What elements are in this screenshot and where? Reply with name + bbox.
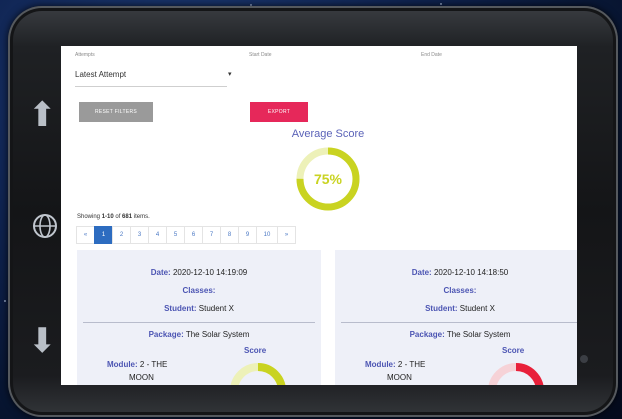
page-button-4[interactable]: 4 bbox=[148, 226, 167, 244]
page-button-8[interactable]: 8 bbox=[220, 226, 239, 244]
card-date-row: Date: 2020-12-10 14:18:50 bbox=[335, 268, 577, 277]
star bbox=[440, 3, 442, 5]
card-student-row: Student: Student X bbox=[335, 304, 577, 313]
attempts-label: Attempts bbox=[75, 52, 95, 58]
card-divider bbox=[341, 322, 577, 323]
card-module-value: 2 - THE bbox=[397, 360, 426, 369]
page-button-1[interactable]: 1 bbox=[94, 226, 113, 244]
arrow-up-icon[interactable]: ⬆ bbox=[28, 98, 57, 132]
page-button-3[interactable]: 3 bbox=[130, 226, 149, 244]
arrow-down-icon[interactable]: ⬇ bbox=[28, 324, 57, 358]
export-button[interactable]: EXPORT bbox=[250, 102, 308, 122]
page-button-6[interactable]: 6 bbox=[184, 226, 203, 244]
classes-label: Classes: bbox=[182, 286, 216, 295]
app-screen: Attempts Start Date End Date Latest Atte… bbox=[61, 46, 577, 385]
attempt-card[interactable]: Date: 2020-12-10 14:18:50 Classes: Stude… bbox=[335, 250, 577, 385]
card-date-row: Date: 2020-12-10 14:19:09 bbox=[77, 268, 321, 277]
camera-dot bbox=[580, 355, 588, 363]
card-student-value: Student X bbox=[459, 304, 495, 313]
attempt-select[interactable]: Latest Attempt bbox=[75, 70, 126, 79]
results-range: 1-10 bbox=[101, 214, 114, 220]
card-divider bbox=[83, 322, 315, 323]
card-score-gauge bbox=[230, 363, 286, 385]
score-label: Score bbox=[244, 346, 267, 355]
package-label: Package: bbox=[409, 330, 445, 339]
select-underline bbox=[75, 86, 227, 87]
page-prev-button[interactable]: « bbox=[76, 226, 95, 244]
student-label: Student: bbox=[164, 304, 197, 313]
card-date-value: 2020-12-10 14:19:09 bbox=[172, 268, 248, 277]
page-button-2[interactable]: 2 bbox=[112, 226, 131, 244]
end-date-label: End Date bbox=[421, 52, 442, 58]
star bbox=[4, 300, 6, 302]
card-student-value: Student X bbox=[198, 304, 234, 313]
start-date-label: Start Date bbox=[249, 52, 272, 58]
student-label: Student: bbox=[425, 304, 458, 313]
average-score-value: 75% bbox=[313, 171, 343, 187]
reset-filters-button[interactable]: RESET FILTERS bbox=[79, 102, 153, 122]
chevron-down-icon[interactable]: ▾ bbox=[228, 70, 232, 78]
card-package-row: Package: The Solar System bbox=[77, 330, 321, 339]
page-button-10[interactable]: 10 bbox=[256, 226, 278, 244]
page-button-7[interactable]: 7 bbox=[202, 226, 221, 244]
attempt-card[interactable]: Date: 2020-12-10 14:19:09 Classes: Stude… bbox=[77, 250, 321, 385]
results-total: 681 bbox=[122, 214, 133, 220]
card-date-value: 2020-12-10 14:18:50 bbox=[433, 268, 509, 277]
globe-icon[interactable] bbox=[32, 213, 58, 239]
card-classes-row: Classes: bbox=[335, 286, 577, 295]
page-next-button[interactable]: » bbox=[277, 226, 296, 244]
card-module-value-2: MOON bbox=[129, 373, 154, 382]
results-suffix: items. bbox=[132, 214, 150, 220]
results-of: of bbox=[113, 214, 123, 220]
card-package-value: The Solar System bbox=[185, 330, 250, 339]
module-label: Module: bbox=[365, 360, 396, 369]
score-label: Score bbox=[502, 346, 525, 355]
page-button-9[interactable]: 9 bbox=[238, 226, 257, 244]
classes-label: Classes: bbox=[443, 286, 477, 295]
card-package-row: Package: The Solar System bbox=[335, 330, 577, 339]
card-package-value: The Solar System bbox=[446, 330, 511, 339]
card-score-gauge bbox=[488, 363, 544, 385]
date-label: Date: bbox=[411, 268, 432, 277]
average-score-title: Average Score bbox=[291, 128, 365, 140]
results-prefix: Showing bbox=[77, 214, 102, 220]
pagination: « 1 2 3 4 5 6 7 8 9 10 » bbox=[76, 226, 296, 244]
results-summary: Showing 1-10 of 681 items. bbox=[77, 214, 150, 220]
card-module-value: 2 - THE bbox=[139, 360, 168, 369]
card-module: Module: 2 - THE MOON bbox=[365, 358, 425, 384]
date-label: Date: bbox=[150, 268, 171, 277]
card-gauge-fill bbox=[257, 363, 286, 385]
card-module: Module: 2 - THE MOON bbox=[107, 358, 167, 384]
package-label: Package: bbox=[148, 330, 184, 339]
page-button-5[interactable]: 5 bbox=[166, 226, 185, 244]
module-label: Module: bbox=[107, 360, 138, 369]
card-module-value-2: MOON bbox=[387, 373, 412, 382]
card-classes-row: Classes: bbox=[77, 286, 321, 295]
card-student-row: Student: Student X bbox=[77, 304, 321, 313]
card-gauge-fill bbox=[515, 363, 544, 385]
